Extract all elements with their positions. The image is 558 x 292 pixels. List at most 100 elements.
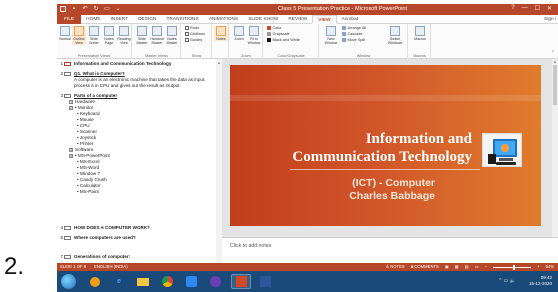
- powerpoint-taskbar-icon[interactable]: [231, 274, 251, 289]
- collapse-ribbon-icon[interactable]: ⌃: [551, 50, 555, 56]
- scroll-up-icon[interactable]: ▲: [217, 60, 221, 65]
- handout-master-button[interactable]: Handout Master: [150, 26, 164, 45]
- tab-file[interactable]: FILE: [57, 14, 82, 24]
- slide-title-line-1[interactable]: Information and: [240, 131, 472, 148]
- scroll-up-icon[interactable]: ▲: [553, 59, 557, 64]
- zoom-icon: [234, 26, 244, 36]
- save-icon[interactable]: ▪: [71, 6, 77, 12]
- outline-slide-title[interactable]: HOW DOES A COMPUTER WORK?: [74, 225, 150, 231]
- new-window-button[interactable]: New Window: [323, 26, 339, 45]
- notes-pane[interactable]: Click to add notes: [222, 237, 558, 263]
- zoom-slider[interactable]: [493, 264, 532, 270]
- slide-subtitle-line-1[interactable]: (ICT) - Computer: [240, 177, 435, 189]
- outline-slide-title[interactable]: Q1. What is Computer?: [74, 71, 125, 77]
- close-button[interactable]: ✕: [547, 5, 552, 12]
- tab-design[interactable]: DESIGN: [133, 15, 161, 24]
- outline-slide-title[interactable]: Where computers are used?: [74, 235, 136, 241]
- slide-sorter-icon: [89, 26, 99, 36]
- normal-view-button[interactable]: Normal: [58, 26, 72, 41]
- start-button[interactable]: [61, 274, 76, 289]
- minimize-button[interactable]: —: [522, 5, 528, 12]
- macros-button[interactable]: Macros: [413, 26, 427, 41]
- slide-thumbnail-icon: [64, 254, 71, 259]
- start-from-beginning-icon[interactable]: ▭: [104, 6, 110, 12]
- group-notes: Notes: [213, 24, 229, 59]
- grayscale-button[interactable]: Grayscale: [267, 32, 290, 37]
- group-zoom: Zoom Fit to Window Zoom: [230, 24, 263, 59]
- notes-page-button[interactable]: Notes Page: [102, 26, 116, 45]
- tab-review[interactable]: REVIEW: [283, 15, 312, 24]
- slide-thumbnail-icon: [64, 71, 71, 76]
- gridlines-checkbox[interactable]: Gridlines: [185, 32, 205, 37]
- system-tray-icons[interactable]: ⌃ ▭ 🔈: [498, 278, 516, 284]
- move-split-button[interactable]: Move Split: [342, 38, 365, 43]
- outline-pane[interactable]: 1 Information and Communication Technolo…: [57, 59, 222, 263]
- slide-subtitle-line-2[interactable]: Charles Babbage: [240, 190, 435, 202]
- color-button[interactable]: Color: [267, 26, 282, 31]
- tab-animations[interactable]: ANIMATIONS: [204, 15, 244, 24]
- redo-icon[interactable]: ↻: [93, 6, 99, 12]
- slide-divider: [290, 169, 480, 170]
- guides-checkbox[interactable]: Guides: [185, 38, 202, 43]
- black-and-white-button[interactable]: Black and White: [267, 38, 300, 43]
- scrollbar-thumb[interactable]: [553, 65, 557, 105]
- zoom-button[interactable]: Zoom: [232, 26, 246, 41]
- media-player-icon[interactable]: [85, 274, 105, 289]
- grayscale-swatch-icon: [267, 32, 271, 36]
- customize-qat-icon[interactable]: ⌄: [115, 6, 121, 12]
- outline-slide-title[interactable]: Parts of a computer: [74, 93, 117, 99]
- slide-title-line-2[interactable]: Communication Technology: [240, 149, 472, 166]
- group-color-grayscale: Color Grayscale Black and White Color/Gr…: [264, 24, 319, 59]
- file-explorer-icon[interactable]: [133, 274, 153, 289]
- tab-insert[interactable]: INSERT: [106, 15, 134, 24]
- slideshow-icon[interactable]: ▭: [475, 263, 479, 271]
- tab-transitions[interactable]: TRANSITIONS: [161, 15, 203, 24]
- notes-placeholder[interactable]: Click to add notes: [230, 243, 271, 249]
- tab-home[interactable]: HOME: [81, 15, 105, 24]
- notes-toggle[interactable]: ≜ NOTES: [386, 263, 405, 271]
- arrange-all-button[interactable]: Arrange All: [342, 26, 366, 31]
- tab-view[interactable]: VIEW: [312, 14, 337, 24]
- edge-browser-icon[interactable]: e: [109, 274, 129, 289]
- photos-icon[interactable]: [205, 274, 225, 289]
- tab-acrobat[interactable]: Acrobat: [337, 15, 364, 24]
- black-white-swatch-icon: [267, 38, 271, 42]
- group-label: Color/Grayscale: [277, 54, 305, 58]
- outline-slide-title[interactable]: Generations of computer:: [74, 254, 130, 260]
- store-icon[interactable]: [181, 274, 201, 289]
- fit-to-window-button[interactable]: Fit to Window: [247, 26, 261, 45]
- notes-master-button[interactable]: Notes Master: [165, 26, 179, 45]
- chrome-icon[interactable]: [157, 274, 177, 289]
- tab-slide-show[interactable]: SLIDE SHOW: [243, 15, 283, 24]
- status-bar: SLIDE 1 OF 9 ENGLISH (INDIA) ≜ NOTES ■ C…: [57, 263, 558, 271]
- maximize-button[interactable]: ☐: [535, 5, 540, 12]
- notes-button[interactable]: Notes: [214, 26, 228, 41]
- ruler-checkbox[interactable]: Ruler: [185, 26, 199, 31]
- clock[interactable]: 09:42 15-12-2020: [529, 275, 552, 287]
- slide-sorter-icon[interactable]: ▦: [455, 263, 459, 271]
- undo-icon[interactable]: ↶: [82, 6, 88, 12]
- group-label: Master Views: [145, 54, 168, 58]
- ribbon-view: Normal Outline View Slide Sorter Notes P…: [57, 24, 558, 59]
- zoom-level[interactable]: 64%: [546, 263, 554, 271]
- slide-scrollbar[interactable]: ▲: [552, 59, 558, 237]
- reading-view-icon[interactable]: ▤: [465, 263, 469, 271]
- zoom-in-icon[interactable]: +: [537, 263, 539, 271]
- slide-1[interactable]: Information and Communication Technology…: [230, 65, 541, 226]
- help-button[interactable]: ?: [511, 5, 514, 12]
- outline-slide-title[interactable]: Information and Communication Technology: [74, 61, 171, 67]
- reading-view-button[interactable]: Reading View: [117, 26, 131, 45]
- sign-in-link[interactable]: Sign i: [544, 15, 556, 24]
- language-indicator[interactable]: ENGLISH (INDIA): [94, 263, 128, 271]
- outline-view-button[interactable]: Outline View: [72, 26, 86, 45]
- cascade-button[interactable]: Cascade: [342, 32, 363, 37]
- normal-view-icon[interactable]: ▣: [445, 263, 449, 271]
- zoom-out-icon[interactable]: −: [485, 263, 487, 271]
- computer-picture[interactable]: [482, 133, 522, 167]
- word-taskbar-icon[interactable]: [255, 274, 275, 289]
- group-window: New Window Arrange All Cascade Move Spli…: [320, 24, 408, 59]
- slide-sorter-button[interactable]: Slide Sorter: [87, 26, 101, 45]
- slide-master-button[interactable]: Slide Master: [135, 26, 149, 45]
- comments-toggle[interactable]: ■ COMMENTS: [411, 263, 439, 271]
- switch-windows-button[interactable]: Switch Windows: [385, 26, 405, 45]
